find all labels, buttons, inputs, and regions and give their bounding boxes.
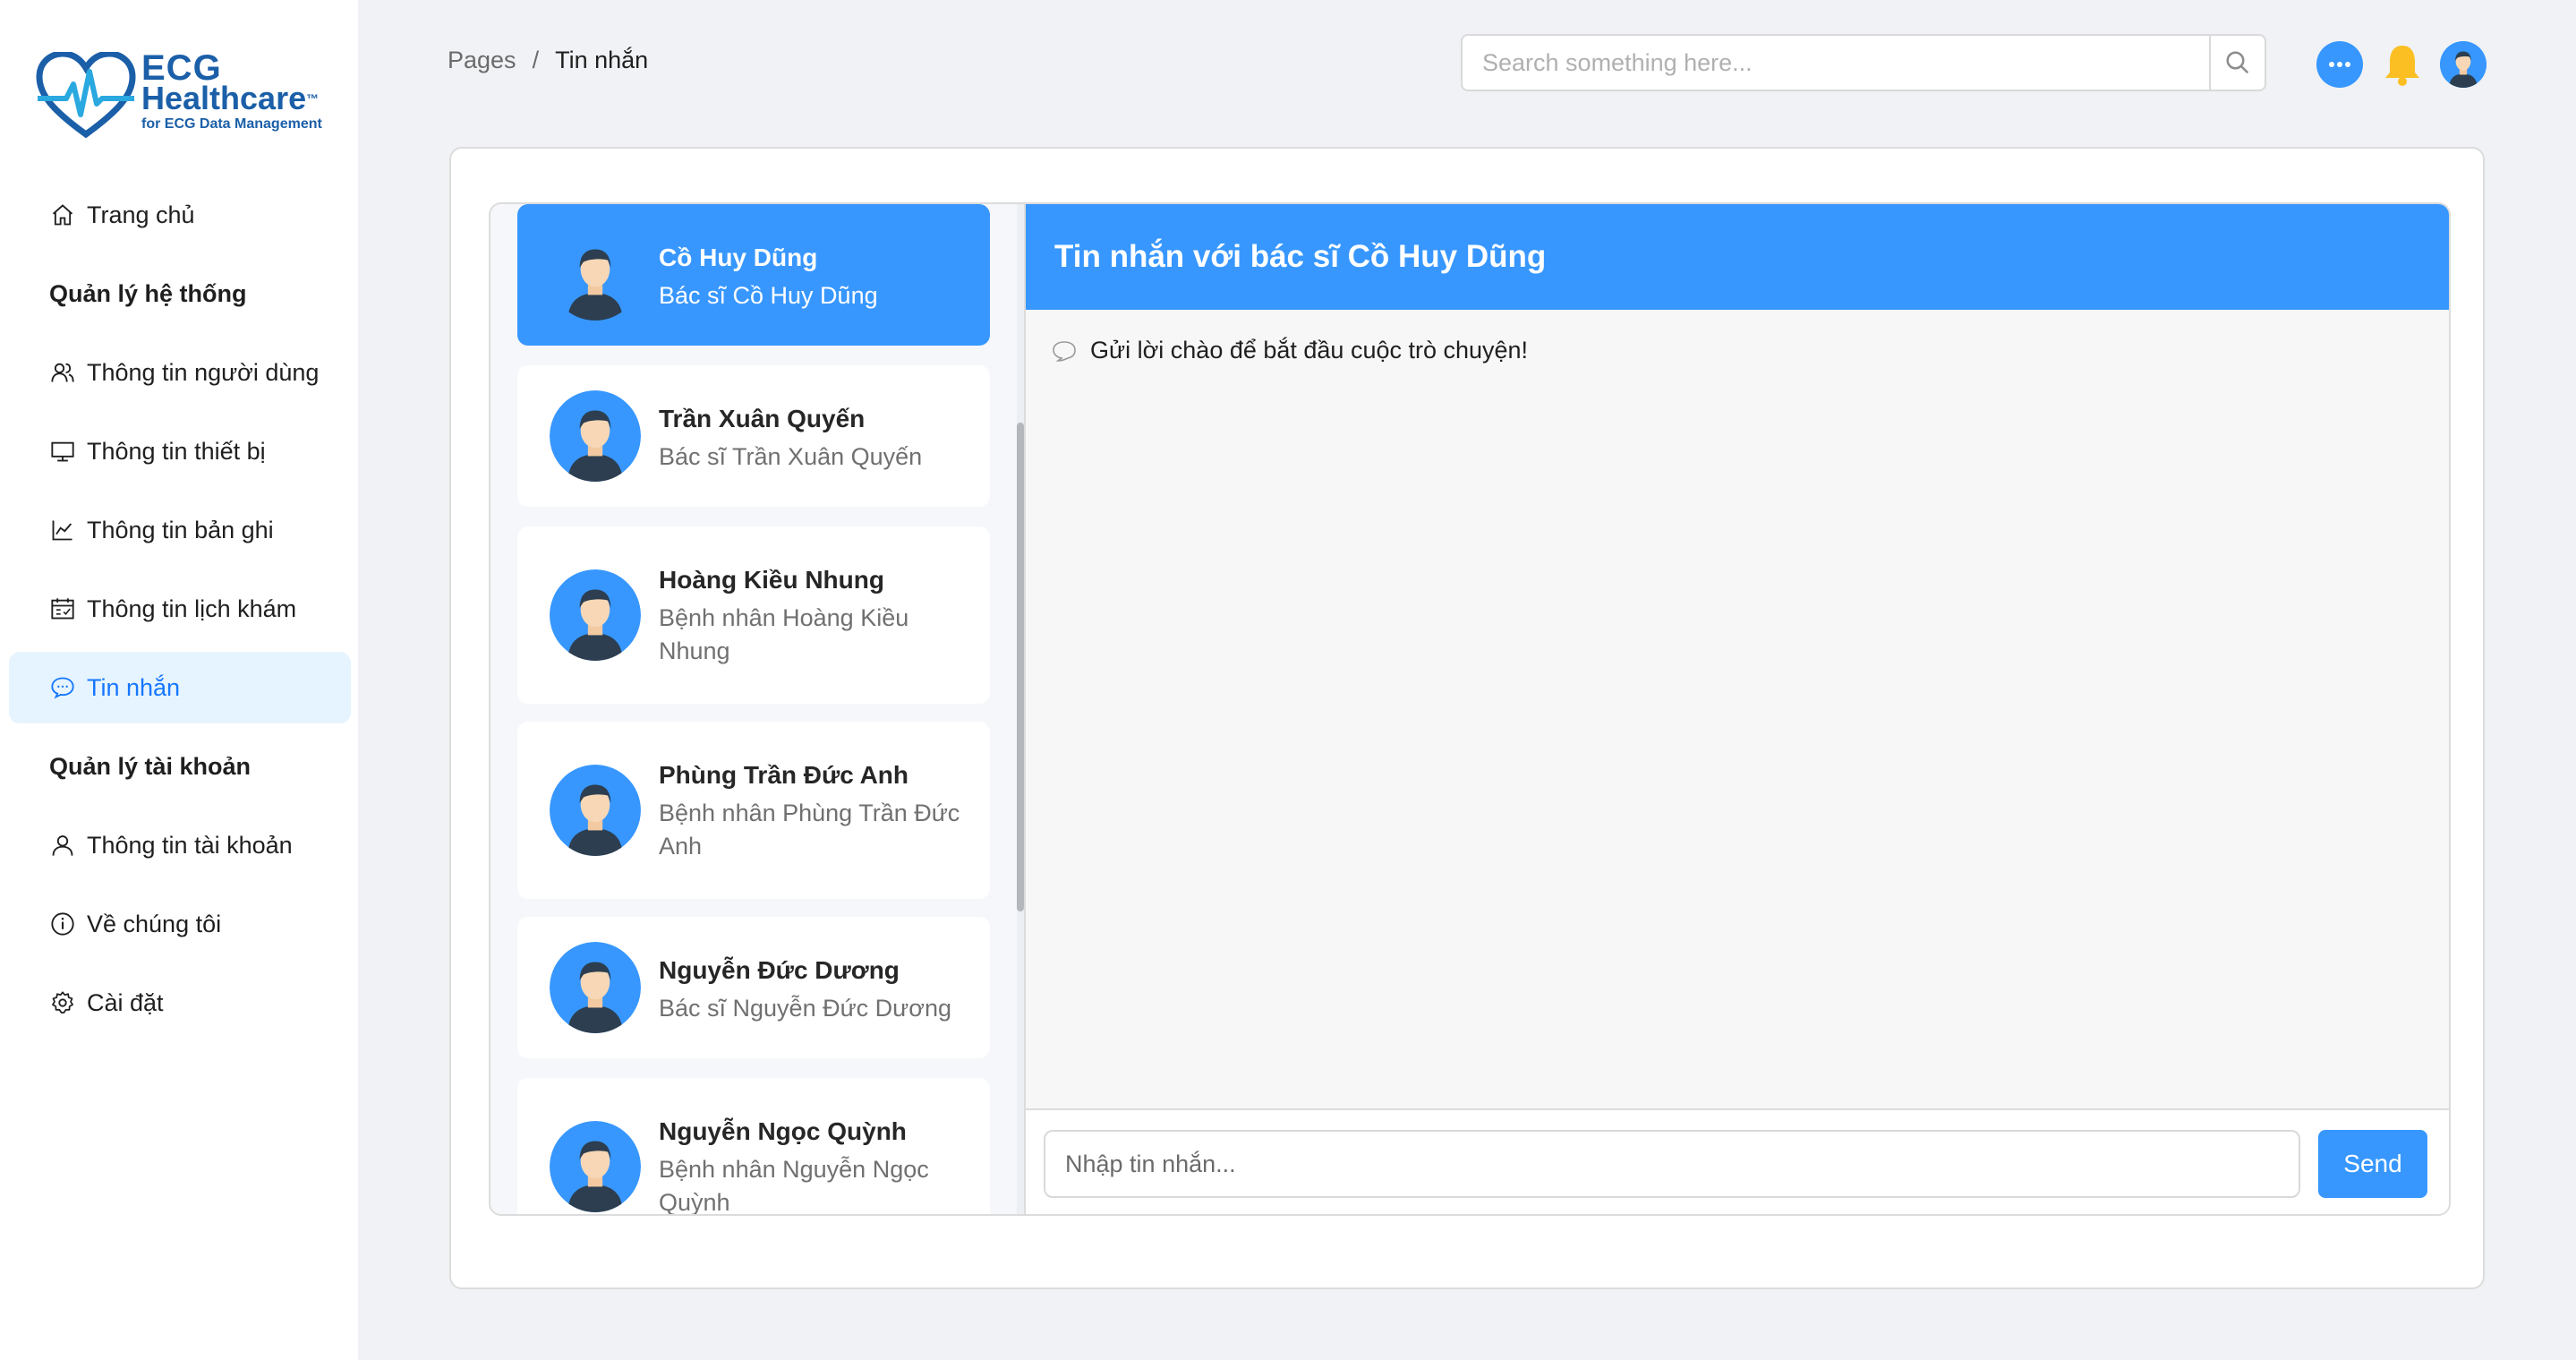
sidebar-item-label: Thông tin người dùng <box>87 358 320 386</box>
bell-icon <box>2385 46 2419 86</box>
sidebar-item[interactable]: Thông tin tài khoản <box>9 809 351 881</box>
sidebar-item-label: Thông tin thiết bị <box>87 437 266 465</box>
contact-name: Nguyễn Đức Dương <box>659 956 900 984</box>
logo-tagline: for ECG Data Management <box>141 116 322 132</box>
sidebar-nav: Trang chủ Quản lý hệ thống Thông tin người… <box>9 179 351 1046</box>
sidebar-item[interactable]: Thông tin người dùng <box>9 337 351 408</box>
contact-avatar <box>550 569 641 661</box>
search-button[interactable] <box>2209 36 2265 90</box>
chat-bubble-button[interactable] <box>2316 41 2363 88</box>
sidebar-item-label: Trang chủ <box>87 201 195 228</box>
sidebar-item[interactable]: Về chúng tôi <box>9 888 351 960</box>
chat-bubble-icon <box>2329 62 2350 67</box>
sidebar-item[interactable]: Trang chủ <box>9 179 351 251</box>
contact-name: Phùng Trần Đức Anh <box>659 761 909 789</box>
search-box <box>1461 34 2266 91</box>
message-icon <box>49 674 76 701</box>
scrollbar-thumb[interactable] <box>1017 423 1024 911</box>
sidebar-item-label: Thông tin bản ghi <box>87 516 274 543</box>
contact-name: Trần Xuân Quyến <box>659 405 866 432</box>
sidebar-group-heading: Quản lý tài khoản <box>9 731 351 802</box>
info-icon <box>49 911 76 937</box>
schedule-icon <box>49 595 76 622</box>
contact-list-scrollbar[interactable] <box>1017 204 1024 1214</box>
user-icon <box>49 832 76 859</box>
contact-name: Cồ Huy Dũng <box>659 244 818 271</box>
chat-footer: Send <box>1026 1108 2449 1214</box>
sidebar-item[interactable]: Thông tin lịch khám <box>9 573 351 645</box>
sidebar-item-label: Về chúng tôi <box>87 910 222 937</box>
sidebar-group-label: Quản lý tài khoản <box>49 752 252 780</box>
contact-item[interactable]: Cồ Huy Dũng Bác sĩ Cồ Huy Dũng <box>517 204 990 346</box>
empty-chat-hint: Gửi lời chào để bắt đầu cuộc trò chuyện! <box>1051 337 1528 364</box>
contact-avatar <box>550 390 641 482</box>
sidebar-item[interactable]: Thông tin thiết bị <box>9 415 351 487</box>
logo-text-healthcare: Healthcare™ <box>141 80 320 116</box>
user-avatar-icon <box>2440 41 2486 88</box>
settings-icon <box>49 989 76 1016</box>
breadcrumb: Pages / Tin nhắn <box>448 47 648 74</box>
contact-role: Bệnh nhân Nguyễn Ngọc Quỳnh <box>659 1156 929 1216</box>
sidebar-item-label: Thông tin lịch khám <box>87 594 297 622</box>
contact-item[interactable]: Nguyễn Ngọc Quỳnh Bệnh nhân Nguyễn Ngọc Q… <box>517 1078 990 1216</box>
send-button[interactable]: Send <box>2318 1130 2427 1198</box>
contact-avatar <box>550 765 641 856</box>
contact-avatar <box>550 1121 641 1212</box>
chat-title: Tin nhắn với bác sĩ Cồ Huy Dũng <box>1026 204 2449 310</box>
breadcrumb-current: Tin nhắn <box>555 47 649 73</box>
monitor-icon <box>49 438 76 465</box>
logo[interactable]: ECG Healthcare™ for ECG Data Management <box>36 45 331 143</box>
breadcrumb-separator: / <box>532 47 540 73</box>
search-input[interactable] <box>1463 36 2209 90</box>
sidebar: ECG Healthcare™ for ECG Data Management … <box>0 0 358 1360</box>
sidebar-item-label: Tin nhắn <box>87 673 181 701</box>
message-input[interactable] <box>1044 1130 2300 1198</box>
heart-pulse-logo-icon <box>36 52 136 139</box>
main-card: Nguyễn Ngọc Quỳnh Bệnh nhân Nguyễn Ngọc Q… <box>449 147 2485 1289</box>
contact-item[interactable]: Phùng Trần Đức Anh Bệnh nhân Phùng Trần Đ… <box>517 722 990 899</box>
contact-avatar <box>550 942 641 1033</box>
sidebar-group-heading: Quản lý hệ thống <box>9 258 351 329</box>
line-chart-icon <box>49 517 76 543</box>
chat-container: Nguyễn Ngọc Quỳnh Bệnh nhân Nguyễn Ngọc Q… <box>489 202 2451 1216</box>
contact-role: Bác sĩ Trần Xuân Quyến <box>659 443 923 470</box>
sidebar-item-label: Thông tin tài khoản <box>87 831 293 859</box>
sidebar-item[interactable]: Thông tin bản ghi <box>9 494 351 566</box>
speech-bubble-icon <box>1053 340 1076 362</box>
contact-item[interactable]: Trần Xuân Quyến Bác sĩ Trần Xuân Quyến <box>517 365 990 507</box>
contact-name: Nguyễn Ngọc Quỳnh <box>659 1117 907 1145</box>
contact-role: Bác sĩ Nguyễn Đức Dương <box>659 995 951 1022</box>
breadcrumb-root[interactable]: Pages <box>448 47 516 74</box>
contact-role: Bệnh nhân Phùng Trần Đức Anh <box>659 800 960 860</box>
contact-item[interactable]: Nguyễn Đức Dương Bác sĩ Nguyễn Đức Dương <box>517 917 990 1058</box>
sidebar-group-label: Quản lý hệ thống <box>49 279 247 307</box>
avatar[interactable] <box>2440 41 2486 88</box>
contact-role: Bác sĩ Cồ Huy Dũng <box>659 282 878 309</box>
contact-name: Hoàng Kiều Nhung <box>659 566 884 594</box>
empty-chat-text: Gửi lời chào để bắt đầu cuộc trò chuyện! <box>1090 337 1529 364</box>
contact-avatar <box>550 229 641 321</box>
sidebar-item-label: Cài đặt <box>87 988 164 1016</box>
sidebar-item[interactable]: Cài đặt <box>9 967 351 1039</box>
search-icon <box>2226 51 2249 74</box>
contact-list[interactable]: Nguyễn Ngọc Quỳnh Bệnh nhân Nguyễn Ngọc Q… <box>490 204 1024 1216</box>
contact-role: Bệnh nhân Hoàng Kiều Nhung <box>659 604 909 664</box>
notification-button[interactable] <box>2379 41 2426 88</box>
home-icon <box>49 201 76 228</box>
contact-item[interactable]: Hoàng Kiều Nhung Bệnh nhân Hoàng Kiều Nhu… <box>517 526 990 704</box>
users-icon <box>49 359 76 386</box>
chat-panel: Tin nhắn với bác sĩ Cồ Huy Dũng Gửi lời … <box>1024 204 2449 1214</box>
sidebar-item[interactable]: Tin nhắn <box>9 652 351 723</box>
